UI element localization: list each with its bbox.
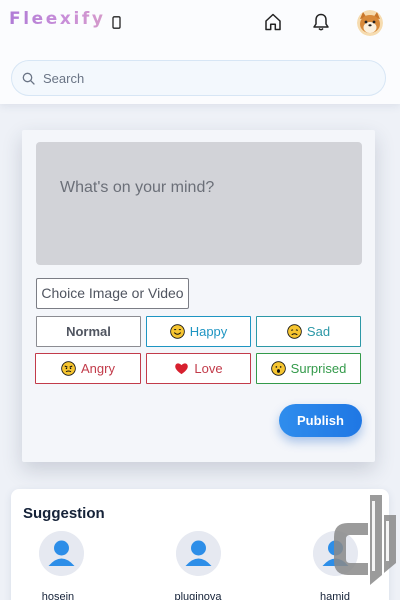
mood-normal-button[interactable]: Normal: [36, 316, 141, 347]
search-icon: [22, 72, 35, 85]
search-input[interactable]: Search: [43, 71, 84, 86]
phone-icon[interactable]: [112, 16, 121, 29]
user-name[interactable]: pluginova: [158, 591, 238, 600]
app-logo[interactable]: Fleexify: [9, 9, 106, 29]
suggested-user[interactable]: pluginova: [158, 531, 238, 600]
mood-sad-button[interactable]: Sad: [256, 316, 361, 347]
surprised-face-icon: [270, 361, 286, 376]
mood-love-button[interactable]: Love: [146, 353, 251, 384]
search-bar[interactable]: Search: [11, 60, 386, 96]
suggestion-title: Suggestion: [23, 505, 105, 522]
bell-icon[interactable]: [311, 12, 331, 32]
mood-label: Angry: [81, 361, 115, 376]
mood-label: Happy: [189, 324, 228, 339]
avatar[interactable]: [357, 10, 383, 36]
choose-media-button[interactable]: Choice Image or Video: [36, 278, 189, 309]
top-header: Fleexify Search: [0, 0, 400, 104]
mood-happy-button[interactable]: Happy: [146, 316, 251, 347]
post-composer: What's on your mind? Choice Image or Vid…: [22, 130, 375, 462]
watermark-logo-icon: [334, 495, 396, 585]
post-textarea[interactable]: What's on your mind?: [36, 142, 362, 265]
mood-angry-button[interactable]: Angry: [35, 353, 141, 384]
publish-button[interactable]: Publish: [279, 404, 362, 437]
sad-face-icon: [287, 324, 302, 339]
happy-face-icon: [169, 324, 185, 339]
user-avatar-icon: [175, 531, 221, 576]
mood-label: Normal: [66, 324, 111, 339]
mood-label: Surprised: [290, 361, 347, 376]
mood-label: Sad: [306, 324, 331, 339]
angry-face-icon: [61, 361, 76, 376]
user-name[interactable]: hosein_: [21, 591, 101, 600]
suggested-user[interactable]: hosein_: [21, 531, 101, 600]
post-placeholder: What's on your mind?: [60, 179, 215, 196]
heart-icon: [175, 363, 189, 375]
mood-label: Love: [194, 361, 223, 376]
home-icon[interactable]: [263, 12, 283, 32]
mood-surprised-button[interactable]: Surprised: [256, 353, 361, 384]
user-avatar-icon: [38, 531, 84, 576]
